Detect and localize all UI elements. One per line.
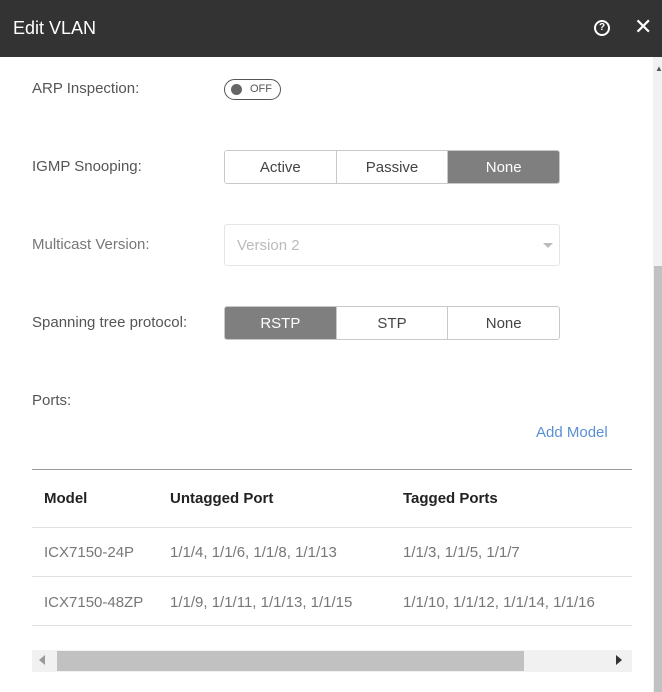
add-model-link[interactable]: Add Model [536, 424, 608, 441]
cell-untagged-port: 1/1/9, 1/1/11, 1/1/13, 1/1/15 [170, 594, 353, 611]
scroll-left-arrow-icon[interactable] [39, 655, 45, 665]
dialog-title: Edit VLAN [13, 18, 97, 38]
stp-option-rstp[interactable]: RSTP [225, 307, 336, 339]
help-circle-icon[interactable]: ? [594, 20, 610, 36]
multicast-version-value: Version 2 [237, 237, 300, 254]
igmp-snooping-label: IGMP Snooping: [32, 158, 142, 175]
multicast-version-select[interactable]: Version 2 [224, 224, 560, 266]
table-row-divider [32, 527, 632, 528]
cell-untagged-port: 1/1/4, 1/1/6, 1/1/8, 1/1/13 [170, 544, 337, 561]
scroll-up-arrow-icon[interactable]: ▲ [655, 64, 662, 73]
chevron-down-icon [543, 243, 553, 248]
column-header-model[interactable]: Model [44, 490, 87, 507]
ports-label: Ports: [32, 392, 72, 409]
dialog-titlebar: Edit VLAN ? ✕ [0, 0, 662, 57]
cell-model: ICX7150-48ZP [44, 594, 144, 611]
igmp-option-passive[interactable]: Passive [335, 151, 448, 183]
close-icon[interactable]: ✕ [634, 16, 652, 38]
stp-option-stp[interactable]: STP [335, 307, 448, 339]
cell-tagged-ports: 1/1/10, 1/1/12, 1/1/14, 1/1/16 [403, 594, 595, 611]
arp-inspection-label: ARP Inspection: [32, 80, 140, 97]
arp-inspection-toggle[interactable]: OFF [224, 79, 281, 100]
spanning-tree-segmented: RSTP STP None [224, 306, 560, 340]
stp-option-none[interactable]: None [447, 307, 559, 339]
toggle-state-text: OFF [250, 83, 272, 95]
scroll-right-arrow-icon[interactable] [616, 655, 622, 665]
horizontal-scrollbar-thumb[interactable] [57, 651, 524, 671]
column-header-tagged-ports[interactable]: Tagged Ports [403, 490, 498, 507]
cell-model: ICX7150-24P [44, 544, 135, 561]
spanning-tree-label: Spanning tree protocol: [32, 314, 188, 331]
igmp-option-active[interactable]: Active [225, 151, 336, 183]
cell-tagged-ports: 1/1/3, 1/1/5, 1/1/7 [403, 544, 520, 561]
table-top-border [32, 469, 632, 470]
toggle-knob [231, 84, 242, 95]
vertical-scrollbar-thumb[interactable] [654, 266, 662, 692]
column-header-untagged-port[interactable]: Untagged Port [170, 490, 273, 507]
igmp-snooping-segmented: Active Passive None [224, 150, 560, 184]
table-row-divider [32, 625, 632, 626]
multicast-version-label: Multicast Version: [32, 236, 150, 253]
table-row-divider [32, 576, 632, 577]
igmp-option-none[interactable]: None [447, 151, 559, 183]
